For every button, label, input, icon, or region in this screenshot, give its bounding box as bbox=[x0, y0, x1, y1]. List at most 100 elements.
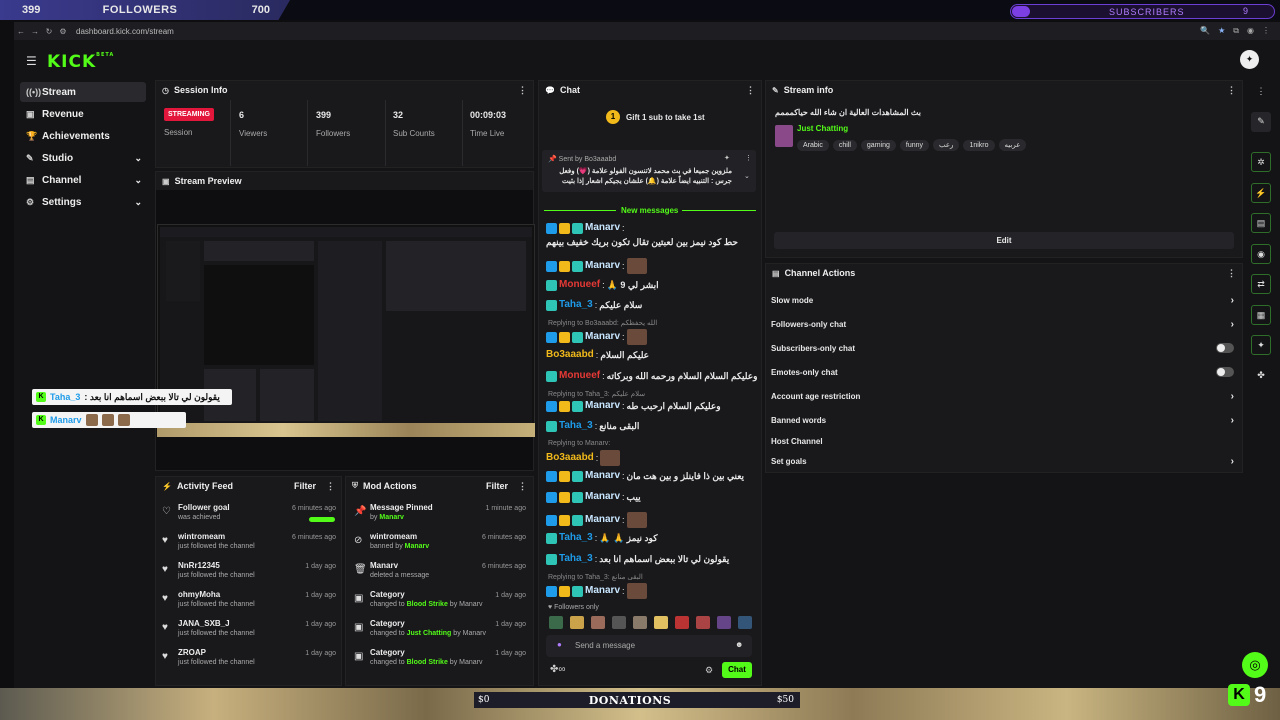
chat-message[interactable]: Taha_3: سلام عليكم bbox=[546, 299, 758, 311]
chat-input[interactable]: ● Send a message ☻ bbox=[546, 635, 752, 657]
chat-username[interactable]: Manarv bbox=[585, 331, 620, 343]
stream-tag[interactable]: gaming bbox=[860, 140, 896, 151]
emote-icon[interactable] bbox=[717, 616, 731, 629]
menu-icon[interactable]: ⋮ bbox=[1262, 26, 1270, 36]
chat-username[interactable]: Manarv bbox=[585, 514, 620, 526]
chat-message[interactable]: Monueef: ابشر لي 9 🙏 bbox=[546, 279, 758, 291]
wrench-icon[interactable]: ✦ bbox=[1251, 335, 1271, 355]
mod-action-row[interactable]: ▣ Category changed to Blood Strike by Mana… bbox=[354, 590, 526, 619]
emote-icon[interactable] bbox=[633, 616, 647, 629]
chat-username[interactable]: Bo3aaabd bbox=[546, 452, 594, 464]
chat-message[interactable]: Monueef: وعليكم السلام السلام ورحمه الله … bbox=[546, 370, 758, 382]
mod-action-row[interactable]: 📌 Message Pinned by Manarv 1 minute ago bbox=[354, 503, 526, 532]
toggle-switch[interactable] bbox=[1216, 343, 1234, 353]
mod-action-row[interactable]: ▣ Category changed to Blood Strike by Mana… bbox=[354, 648, 526, 677]
send-chat-button[interactable]: Chat bbox=[722, 662, 752, 678]
activity-row[interactable]: ♥ wintromeam just followed the channel 6 mi… bbox=[162, 532, 336, 561]
bookmark-star-icon[interactable]: ★ bbox=[1218, 26, 1225, 36]
emote-icon[interactable] bbox=[549, 616, 563, 629]
more-options-icon[interactable]: ⋮ bbox=[745, 154, 752, 162]
sidebar-item-studio[interactable]: ✎ Studio ⌄ bbox=[20, 148, 146, 168]
emoji-icon[interactable]: ☻ bbox=[735, 640, 743, 649]
category-name[interactable]: Just Chatting bbox=[797, 124, 848, 133]
chat-username[interactable]: Taha_3 bbox=[559, 420, 593, 432]
chat-bubble-icon[interactable]: ◉ bbox=[1251, 244, 1271, 264]
chat-settings-icon[interactable]: ⚙ bbox=[705, 665, 713, 676]
activity-row[interactable]: ♥ NnRr12345 just followed the channel 1 day… bbox=[162, 561, 336, 590]
extensions-icon[interactable]: ⧉ bbox=[1233, 26, 1239, 36]
profile-icon[interactable]: ◉ bbox=[1247, 26, 1254, 36]
chat-username[interactable]: Taha_3 bbox=[559, 299, 593, 311]
emote-icon[interactable] bbox=[612, 616, 626, 629]
emote-icon[interactable] bbox=[696, 616, 710, 629]
document-icon[interactable]: ▤ bbox=[1251, 213, 1271, 233]
zoom-icon[interactable]: 🔍 bbox=[1200, 26, 1210, 36]
channel-action-row[interactable]: Followers-only chat › bbox=[770, 315, 1240, 333]
edit-layout-icon[interactable]: ✎ bbox=[1251, 112, 1271, 132]
mod-action-row[interactable]: ⊘ wintromeam banned by Manarv 6 minutes ag… bbox=[354, 532, 526, 561]
channel-action-row[interactable]: Subscribers-only chat bbox=[770, 339, 1240, 357]
more-options-icon[interactable]: ⋮ bbox=[1227, 85, 1236, 96]
chat-username[interactable]: Manarv bbox=[585, 260, 620, 272]
activity-row[interactable]: ♥ ohmyMoha just followed the channel 1 day … bbox=[162, 590, 336, 619]
more-options-icon[interactable]: ⋮ bbox=[518, 85, 527, 96]
back-icon[interactable]: ← bbox=[14, 27, 28, 36]
reload-icon[interactable]: ↻ bbox=[42, 27, 56, 36]
filter-button[interactable]: Filter bbox=[294, 481, 316, 491]
sidebar-item-settings[interactable]: ⚙ Settings ⌄ bbox=[20, 192, 146, 212]
sidebar-item-channel[interactable]: ▤ Channel ⌄ bbox=[20, 170, 146, 190]
link-icon[interactable]: ⇄ bbox=[1251, 274, 1271, 294]
stream-tag[interactable]: chill bbox=[832, 140, 857, 151]
gift-sub-banner[interactable]: 1 Gift 1 sub to take 1st bbox=[606, 110, 705, 124]
edit-stream-info-button[interactable]: Edit bbox=[774, 232, 1234, 249]
site-info-icon[interactable]: ⚙ bbox=[56, 27, 70, 36]
chat-message[interactable]: Manarv: bbox=[546, 583, 758, 599]
more-options-icon[interactable]: ⋮ bbox=[1251, 82, 1271, 102]
widget-icon[interactable]: ✲ bbox=[1251, 152, 1271, 172]
sidebar-item-revenue[interactable]: ▣ Revenue bbox=[20, 104, 146, 124]
chat-username[interactable]: Taha_3 bbox=[559, 553, 593, 565]
sidebar-item-achievements[interactable]: 🏆 Achievements bbox=[20, 126, 146, 146]
channel-action-row[interactable]: Account age restriction › bbox=[770, 387, 1240, 405]
stream-tag[interactable]: funny bbox=[899, 140, 929, 151]
stream-tag[interactable]: 1nikro bbox=[963, 140, 995, 151]
stream-tag[interactable]: رعب bbox=[933, 139, 960, 151]
forward-icon[interactable]: → bbox=[28, 27, 42, 36]
chat-username[interactable]: Bo3aaabd bbox=[546, 349, 594, 361]
emote-icon[interactable] bbox=[738, 616, 752, 629]
channel-action-row[interactable]: Emotes-only chat bbox=[770, 363, 1240, 381]
chat-message[interactable]: Manarv: وعليكم السلام ارحبب طه bbox=[546, 400, 758, 412]
chat-message[interactable]: Manarv: bbox=[546, 512, 758, 528]
chat-message[interactable]: Bo3aaabd: bbox=[546, 450, 758, 466]
chat-message[interactable]: Taha_3: كود نيمز 🙏 🙏 bbox=[546, 532, 758, 544]
chat-message[interactable]: Manarv: يعني بين ذا فاينلز و بين هت مان bbox=[546, 470, 758, 482]
filter-button[interactable]: Filter bbox=[486, 481, 508, 491]
emote-icon[interactable] bbox=[654, 616, 668, 629]
chat-username[interactable]: Manarv bbox=[585, 222, 620, 234]
channel-action-row[interactable]: Slow mode › bbox=[770, 291, 1240, 309]
chat-message[interactable]: Manarv: bbox=[546, 329, 758, 345]
chat-message[interactable]: Taha_3: البقى منانع bbox=[546, 420, 758, 432]
chat-message[interactable]: Taha_3: يقولون لي تالا ببعض اسماهم انا بع… bbox=[546, 553, 758, 565]
plugin-icon[interactable]: ✤ bbox=[1251, 366, 1271, 386]
channel-action-row[interactable]: Host Channel bbox=[770, 432, 1240, 450]
chat-username[interactable]: Manarv bbox=[585, 400, 620, 412]
chat-username[interactable]: Taha_3 bbox=[559, 532, 593, 544]
activity-row[interactable]: ♥ JANA_SXB_J just followed the channel 1 da… bbox=[162, 619, 336, 648]
mod-action-row[interactable]: ▣ Category changed to Just Chatting by Man… bbox=[354, 619, 526, 648]
address-bar[interactable]: dashboard.kick.com/stream bbox=[76, 27, 174, 36]
chat-username[interactable]: Monueef bbox=[559, 370, 600, 382]
sidebar-item-stream[interactable]: ((•)) Stream bbox=[20, 82, 146, 102]
lightning-icon[interactable]: ⚡ bbox=[1251, 183, 1271, 203]
channel-action-row[interactable]: Banned words › bbox=[770, 411, 1240, 429]
chat-message[interactable]: Manarv: bbox=[546, 258, 758, 274]
chevron-down-icon[interactable]: ⌄ bbox=[744, 172, 750, 180]
chat-message[interactable]: Bo3aaabd: عليكم السلام bbox=[546, 349, 758, 361]
emote-icon[interactable] bbox=[570, 616, 584, 629]
chat-message[interactable]: Manarv: ييب bbox=[546, 491, 758, 503]
more-options-icon[interactable]: ⋮ bbox=[326, 481, 335, 492]
mod-action-row[interactable]: 🗑 Manarv deleted a message 6 minutes ago bbox=[354, 561, 526, 590]
server-icon[interactable]: ▦ bbox=[1251, 305, 1271, 325]
unpin-icon[interactable]: ✦ bbox=[724, 154, 730, 162]
emote-icon[interactable] bbox=[675, 616, 689, 629]
